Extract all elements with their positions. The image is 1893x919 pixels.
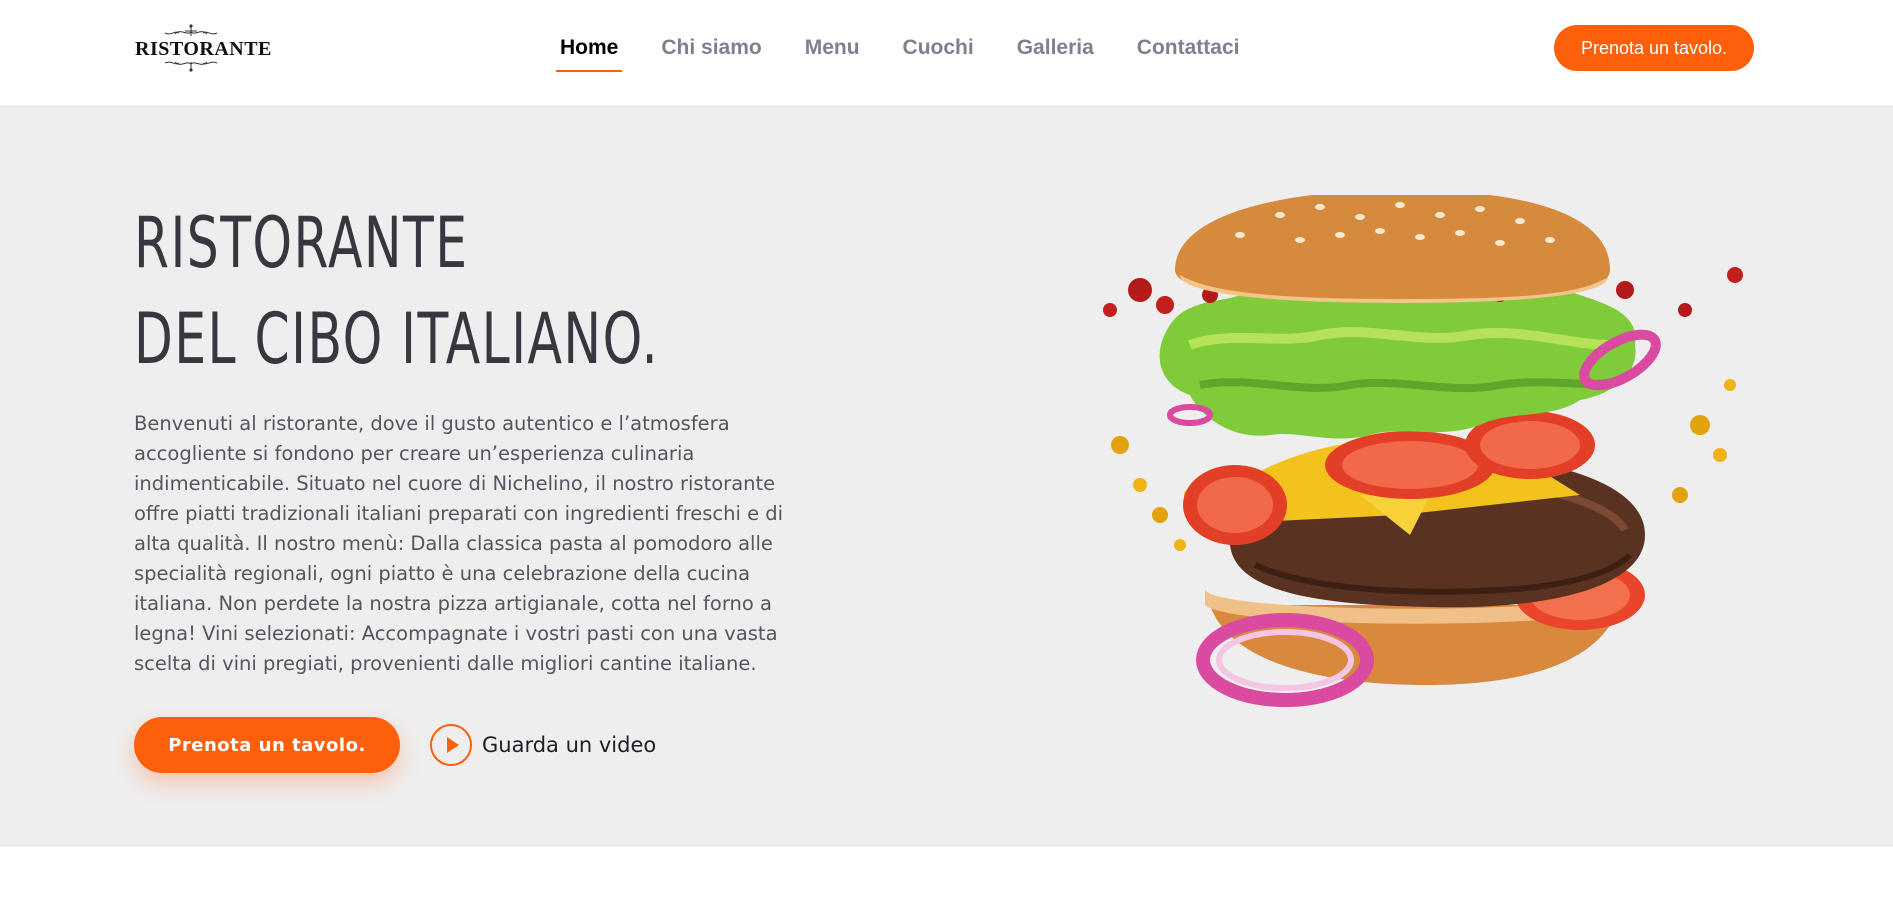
burger-image	[1103, 195, 1743, 707]
main-nav: Home Chi siamo Menu Cuochi Galleria Cont…	[555, 30, 1282, 72]
header-book-table-button[interactable]: Prenota un tavolo.	[1554, 25, 1754, 71]
nav-item-cuochi[interactable]: Cuochi	[903, 30, 974, 72]
nav-item-menu[interactable]: Menu	[805, 30, 860, 72]
nav-item-home[interactable]: Home	[555, 30, 623, 72]
hero-title-line-2: DEL CIBO ITALIANO.	[134, 298, 660, 380]
watch-video-label: Guarda un video	[482, 733, 657, 757]
logo-text: RISTORANTE	[135, 38, 272, 60]
nav-item-chi-siamo[interactable]: Chi siamo	[661, 30, 761, 72]
hero-book-table-button[interactable]: Prenota un tavolo.	[134, 717, 400, 773]
hero-title-line-1: RISTORANTE	[134, 202, 469, 284]
hero-title: RISTORANTE DEL CIBO ITALIANO.	[134, 195, 660, 387]
play-icon[interactable]	[430, 724, 472, 766]
logo[interactable]: RISTORANTE	[135, 22, 272, 72]
hero-description: Benvenuti al ristorante, dove il gusto a…	[134, 412, 784, 675]
site-header: RISTORANTE Home Chi siamo Menu Cuochi Ga…	[0, 0, 1893, 105]
watch-video-link[interactable]: Guarda un video	[430, 724, 656, 766]
hero-section: RISTORANTE DEL CIBO ITALIANO. Benvenuti …	[0, 105, 1893, 847]
nav-item-galleria[interactable]: Galleria	[1017, 30, 1094, 72]
nav-item-contattaci[interactable]: Contattaci	[1137, 30, 1240, 72]
